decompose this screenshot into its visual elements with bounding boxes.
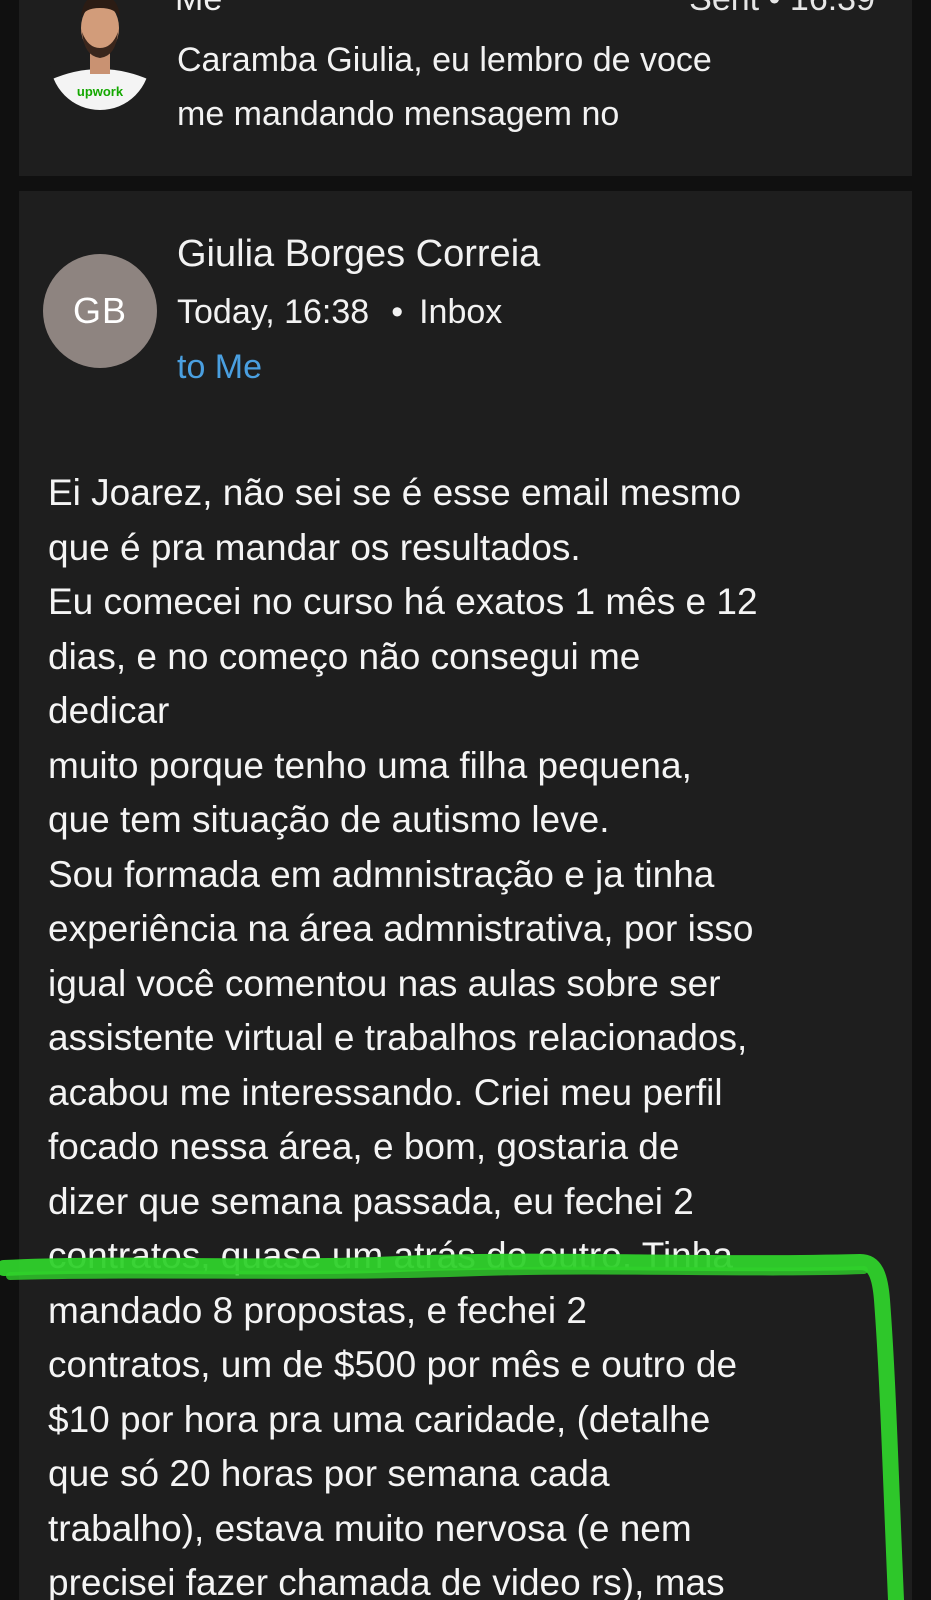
body-line: Ei Joarez, não sei se é esse email mesmo [48, 472, 742, 513]
preview-line: me mandando mensagem no [177, 95, 620, 133]
body-line: focado nessa área, e bom, gostaria de [48, 1126, 680, 1167]
body-line: igual você comentou nas aulas sobre ser [48, 962, 721, 1004]
sender-name[interactable]: Giulia Borges Correia [177, 231, 540, 277]
avatar-initials: GB [72, 290, 127, 331]
received-message-card: GB Giulia Borges Correia Today, 16:38 • In… [19, 191, 912, 1600]
message-meta: Today, 16:38 • Inbox [177, 291, 502, 333]
sent-message-card[interactable]: upwork Me Sent • 16:39 Caramba Giulia, e… [19, 0, 912, 176]
body-line: Sou formada em admnistração e ja tinha [48, 853, 715, 895]
body-line: que só 20 horas por semana cada [48, 1453, 610, 1494]
svg-text:upwork: upwork [77, 84, 124, 99]
message-body: Ei Joarez, não sei se é esse email mesmo… [48, 466, 898, 1600]
avatar-portrait-icon: upwork [50, 0, 150, 110]
body-line: dedicar [48, 690, 170, 731]
sender-avatar[interactable]: GB [43, 254, 157, 368]
body-line: mandado 8 propostas, e fechei 2 [48, 1289, 587, 1331]
body-line: dias, e no começo não consegui me [48, 635, 641, 677]
body-line: dizer que semana passada, eu fechei 2 [48, 1180, 694, 1222]
email-thread: upwork Me Sent • 16:39 Caramba Giulia, e… [0, 0, 931, 1600]
sent-message-header: Me Sent • 16:39 [175, 0, 875, 14]
body-line: contratos, um de $500 por mês e outro de [48, 1344, 738, 1385]
separator-dot: • [391, 293, 404, 331]
sender-avatar-photo: upwork [50, 0, 150, 110]
body-line: muito porque tenho uma filha pequena, [48, 744, 692, 786]
body-line: precisei fazer chamada de video rs), mas [48, 1562, 725, 1600]
body-line: assistente virtual e trabalhos relaciona… [48, 1017, 748, 1058]
recipient-link[interactable]: to Me [177, 346, 262, 388]
body-line: que é pra mandar os resultados. [48, 526, 581, 568]
body-line: $10 por hora pra uma caridade, (detalhe [48, 1398, 711, 1440]
body-line: contratos, quase um atrás do outro. Tinh… [48, 1235, 733, 1276]
body-line: experiência na área admnistrativa, por i… [48, 908, 754, 949]
message-folder: Inbox [419, 293, 503, 331]
message-time: Today, 16:38 [177, 293, 370, 331]
sent-status-time: Sent • 16:39 [689, 0, 875, 14]
body-line: acabou me interessando. Criei meu perfil [48, 1071, 723, 1113]
preview-line: Caramba Giulia, eu lembro de voce [177, 41, 712, 79]
body-line: que tem situação de autismo leve. [48, 799, 610, 840]
sent-message-preview: Caramba Giulia, eu lembro de voce me man… [177, 33, 877, 141]
body-line: trabalho), estava muito nervosa (e nem [48, 1507, 692, 1549]
sent-sender-name: Me [175, 0, 222, 14]
body-line: Eu comecei no curso há exatos 1 mês e 12 [48, 581, 758, 622]
